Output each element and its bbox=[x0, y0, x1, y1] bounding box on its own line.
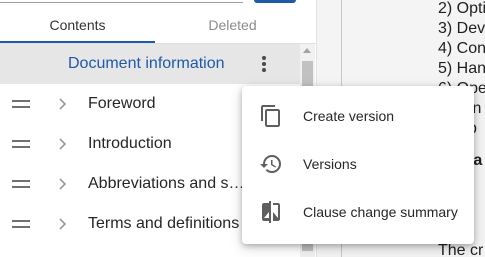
toc-item-document-information[interactable]: Document information bbox=[0, 44, 300, 84]
toc-item-label: Abbreviations and s… bbox=[88, 175, 245, 192]
chevron-right-icon[interactable] bbox=[57, 137, 69, 151]
chevron-right-icon[interactable] bbox=[57, 97, 69, 111]
menu-item-label: Create version bbox=[303, 108, 395, 124]
drag-handle-icon[interactable] bbox=[12, 98, 30, 110]
menu-item-label: Versions bbox=[303, 156, 357, 172]
tab-deleted[interactable]: Deleted bbox=[155, 6, 310, 44]
drag-handle-icon[interactable] bbox=[12, 138, 30, 150]
context-menu: Create version Versions Clause change su… bbox=[242, 86, 474, 244]
drag-handle-icon[interactable] bbox=[12, 178, 30, 190]
chevron-right-icon[interactable] bbox=[57, 217, 69, 231]
menu-item-label: Clause change summary bbox=[303, 204, 458, 220]
copy-icon bbox=[261, 105, 280, 127]
document-line: The cr bbox=[438, 242, 484, 257]
history-icon bbox=[260, 155, 281, 173]
more-vert-icon bbox=[262, 56, 266, 72]
toc-item-label: Foreword bbox=[88, 95, 156, 112]
document-line: 5) Han bbox=[438, 60, 485, 77]
toc-item-label: Introduction bbox=[88, 135, 172, 152]
drag-handle-icon[interactable] bbox=[12, 218, 30, 230]
document-line: 3) Dev bbox=[438, 20, 485, 37]
document-line: 4) Con bbox=[438, 40, 485, 57]
scroll-up-arrow-icon[interactable] bbox=[303, 48, 311, 53]
tab-contents[interactable]: Contents bbox=[0, 6, 155, 44]
document-line: 2) Opti bbox=[438, 0, 485, 17]
chevron-right-icon[interactable] bbox=[57, 177, 69, 191]
search-field-edge[interactable] bbox=[0, 0, 243, 3]
more-options-button[interactable] bbox=[250, 50, 278, 78]
menu-item-clause-change-summary[interactable]: Clause change summary bbox=[242, 188, 474, 236]
toc-item-label: Document information bbox=[68, 55, 225, 72]
toc-item-label: Terms and definitions bbox=[88, 215, 240, 232]
compare-icon bbox=[262, 201, 280, 223]
primary-button-edge[interactable] bbox=[254, 0, 296, 3]
menu-item-create-version[interactable]: Create version bbox=[242, 92, 474, 140]
menu-item-versions[interactable]: Versions bbox=[242, 140, 474, 188]
